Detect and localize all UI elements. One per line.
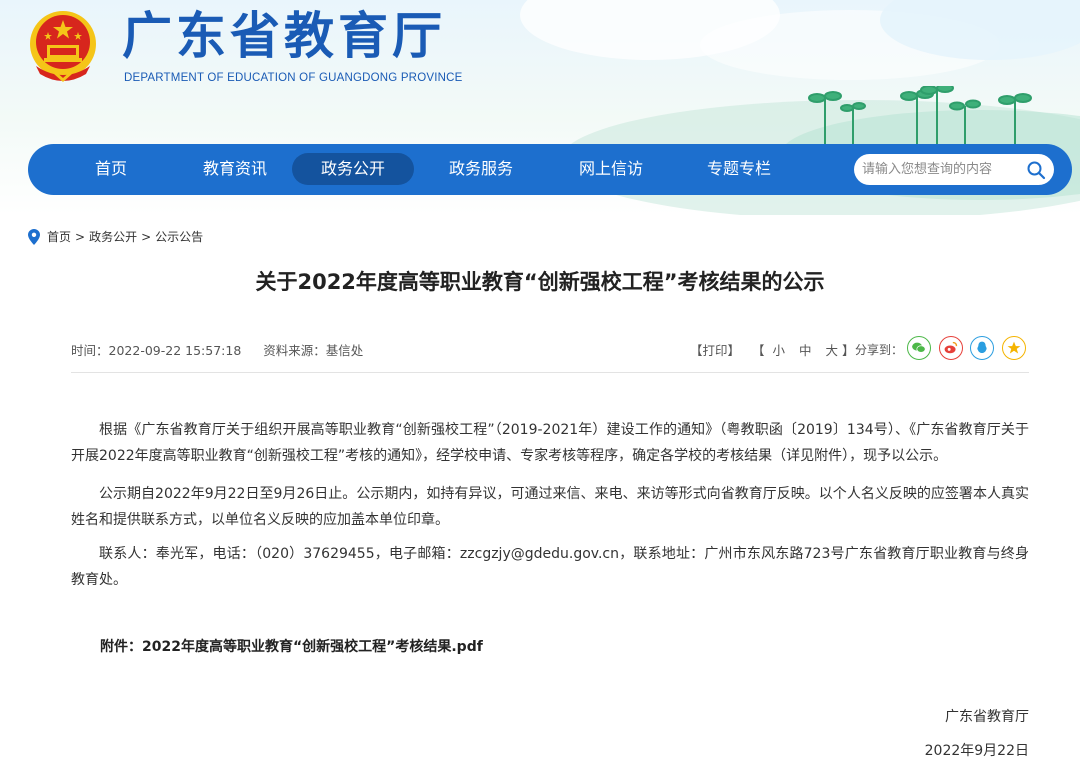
search-box xyxy=(854,154,1054,185)
nav-item-government-services[interactable]: 政务服务 xyxy=(426,153,536,185)
search-input[interactable] xyxy=(862,154,1022,185)
site-subtitle: DEPARTMENT OF EDUCATION OF GUANGDONG PRO… xyxy=(124,72,463,84)
main-navigation: 首页 教育资讯 政务公开 政务服务 网上信访 专题专栏 xyxy=(28,144,1072,195)
weibo-icon[interactable] xyxy=(939,336,963,360)
qq-icon[interactable] xyxy=(970,336,994,360)
attachment-link[interactable]: 附件：2022年度高等职业教育“创新强校工程”考核结果.pdf xyxy=(100,636,483,656)
print-button[interactable]: 【打印】 xyxy=(690,340,740,359)
article-paragraph-2: 公示期自2022年9月22日至9月26日止。公示期内，如持有异议，可通过来信、来… xyxy=(71,486,1029,528)
breadcrumb-separator: > xyxy=(75,229,86,244)
font-size-bracket-open: 【 xyxy=(752,343,765,358)
font-size-small-button[interactable]: 小 xyxy=(773,343,786,358)
national-emblem-logo xyxy=(30,11,96,83)
nav-item-special-topics[interactable]: 专题专栏 xyxy=(684,153,794,185)
breadcrumb-announcements[interactable]: 公示公告 xyxy=(155,228,203,245)
qzone-icon[interactable] xyxy=(1002,336,1026,360)
nav-item-online-petition[interactable]: 网上信访 xyxy=(556,153,666,185)
article-meta: 时间：2022-09-22 15:57:18 资料来源：基信处 xyxy=(71,340,363,359)
breadcrumb: 首页 > 政务公开 > 公示公告 xyxy=(28,228,203,245)
time-label: 时间： xyxy=(71,343,109,358)
sprout-decoration xyxy=(808,86,1032,146)
nav-item-government-affairs[interactable]: 政务公开 xyxy=(292,153,414,185)
location-pin-icon xyxy=(28,228,40,245)
breadcrumb-separator: > xyxy=(141,229,152,244)
article-title: 关于2022年度高等职业教育“创新强校工程”考核结果的公示 xyxy=(255,270,825,294)
source-value: 基信处 xyxy=(325,343,364,358)
meta-divider xyxy=(71,372,1029,373)
source-label: 资料来源： xyxy=(263,343,326,358)
article-paragraph-1: 根据《广东省教育厅关于组织开展高等职业教育“创新强校工程”（2019-2021年… xyxy=(71,422,1029,464)
breadcrumb-government-affairs[interactable]: 政务公开 xyxy=(89,228,137,245)
font-size-medium-button[interactable]: 中 xyxy=(799,343,812,358)
font-size-large-button[interactable]: 大 xyxy=(826,343,839,358)
nav-item-home[interactable]: 首页 xyxy=(66,153,156,185)
search-icon[interactable] xyxy=(1026,160,1046,180)
font-size-controls: 【 小 中 大 】 xyxy=(752,340,855,359)
breadcrumb-home[interactable]: 首页 xyxy=(47,228,71,245)
site-title: 广东省教育厅 xyxy=(122,7,446,65)
article-paragraph-3: 联系人：奉光军，电话：（020）37629455，电子邮箱：zzcgzjy@gd… xyxy=(71,546,1029,588)
signature-organization: 广东省教育厅 xyxy=(945,709,1029,725)
share-label: 分享到： xyxy=(855,343,904,357)
publish-time: 2022-09-22 15:57:18 xyxy=(108,343,242,358)
font-size-bracket-close: 】 xyxy=(842,343,855,358)
wechat-icon[interactable] xyxy=(907,336,931,360)
signature-date: 2022年9月22日 xyxy=(924,743,1029,759)
nav-item-education-news[interactable]: 教育资讯 xyxy=(180,153,290,185)
